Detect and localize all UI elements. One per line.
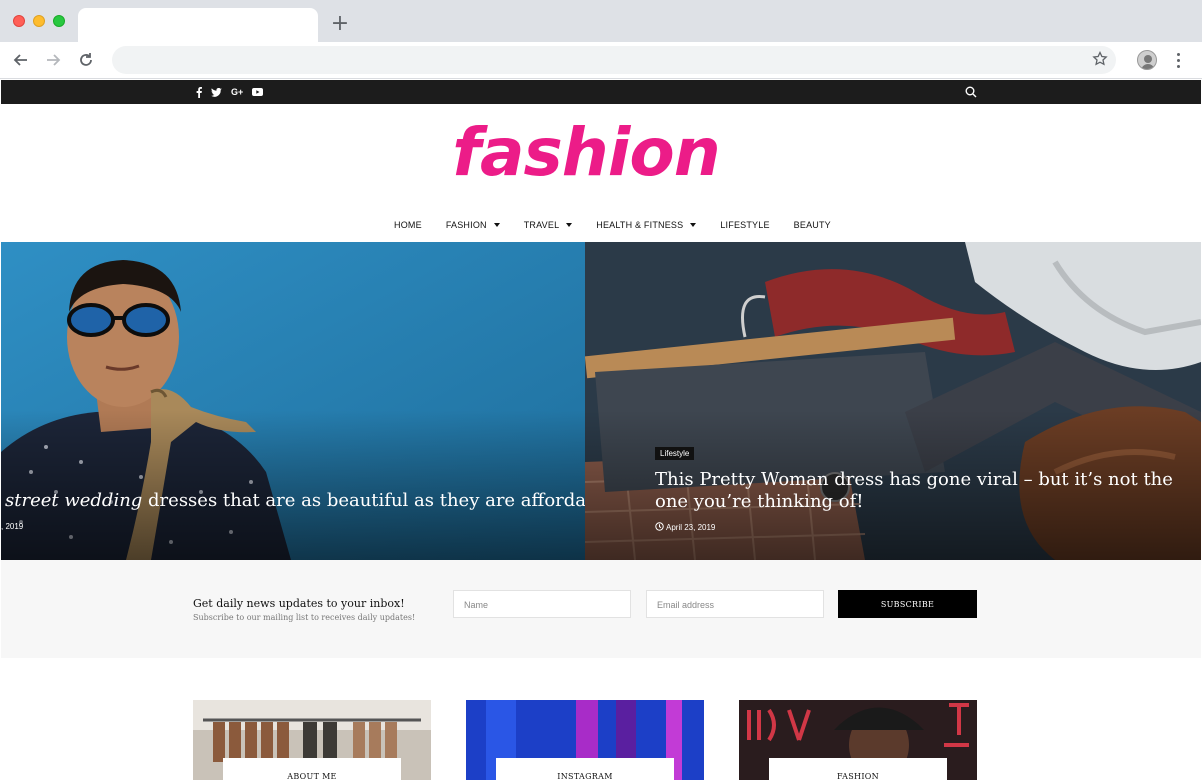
forward-icon[interactable] [41, 48, 65, 72]
instagram-card[interactable]: INSTAGRAM [466, 700, 704, 780]
newsletter-section: Get daily news updates to your inbox! Su… [1, 560, 1201, 658]
close-window-button[interactable] [13, 15, 25, 27]
bookmark-star-icon[interactable] [1092, 50, 1108, 72]
maximize-window-button[interactable] [53, 15, 65, 27]
dropdown-caret-icon [493, 223, 500, 227]
nav-item-beauty[interactable]: BEAUTY [794, 220, 831, 230]
youtube-icon[interactable] [252, 84, 264, 100]
browser-menu-icon[interactable] [1172, 50, 1184, 70]
dropdown-caret-icon [690, 223, 697, 227]
slide-2-headline[interactable]: This Pretty Woman dress has gone viral –… [655, 469, 1195, 513]
slide-1-overlay [1, 410, 585, 560]
subscribe-button[interactable]: SUBSCRIBE [838, 590, 977, 618]
browser-tab-strip: + [0, 0, 1202, 42]
nav-item-travel[interactable]: TRAVEL [524, 220, 573, 230]
nav-item-home[interactable]: HOME [394, 220, 422, 230]
newsletter-description: Subscribe to our mailing list to receive… [193, 613, 416, 622]
browser-toolbar [0, 42, 1202, 79]
nav-item-lifestyle[interactable]: LIFESTYLE [720, 220, 769, 230]
minimize-window-button[interactable] [33, 15, 45, 27]
facebook-icon[interactable] [196, 84, 202, 100]
search-icon[interactable] [963, 84, 979, 100]
top-bar: G+ [1, 80, 1201, 104]
slide-2-date: April 23, 2019 [655, 522, 715, 533]
fashion-label: FASHION [769, 758, 947, 780]
instagram-label: INSTAGRAM [496, 758, 674, 780]
about-me-label: ABOUT ME [223, 758, 401, 780]
nav-item-fashion[interactable]: FASHION [446, 220, 500, 230]
profile-avatar[interactable] [1137, 50, 1157, 70]
about-me-card[interactable]: ABOUT ME [193, 700, 431, 780]
email-field[interactable]: Email address [646, 590, 824, 618]
new-tab-button[interactable]: + [330, 12, 350, 36]
slide-2-category-badge[interactable]: Lifestyle [655, 447, 695, 460]
featured-slider: street wedding dresses that are as beaut… [1, 242, 1201, 560]
slide-1[interactable]: street wedding dresses that are as beaut… [1, 242, 585, 560]
main-navigation: HOME FASHION TRAVEL HEALTH & FITNESS LIF… [394, 218, 855, 232]
clock-icon [655, 522, 664, 533]
newsletter-title: Get daily news updates to your inbox! [193, 597, 405, 610]
reload-icon[interactable] [74, 48, 98, 72]
google-plus-icon[interactable]: G+ [231, 84, 243, 100]
nav-item-health-fitness[interactable]: HEALTH & FITNESS [596, 220, 697, 230]
slide-1-headline[interactable]: street wedding dresses that are as beaut… [5, 490, 585, 512]
site-logo[interactable]: fashion [1, 114, 1171, 191]
dropdown-caret-icon [566, 223, 573, 227]
slide-1-date: , 2019 [1, 522, 24, 531]
twitter-icon[interactable] [211, 84, 222, 100]
webpage: G+ fashion HOME FASHION TRAVEL HEALTH & … [1, 80, 1201, 780]
fashion-card[interactable]: FASHION [739, 700, 977, 780]
browser-tab[interactable] [78, 8, 318, 42]
name-field[interactable]: Name [453, 590, 631, 618]
slide-2[interactable]: Lifestyle This Pretty Woman dress has go… [585, 242, 1201, 560]
social-links: G+ [196, 84, 264, 100]
address-bar[interactable] [112, 46, 1116, 74]
back-icon[interactable] [9, 48, 33, 72]
